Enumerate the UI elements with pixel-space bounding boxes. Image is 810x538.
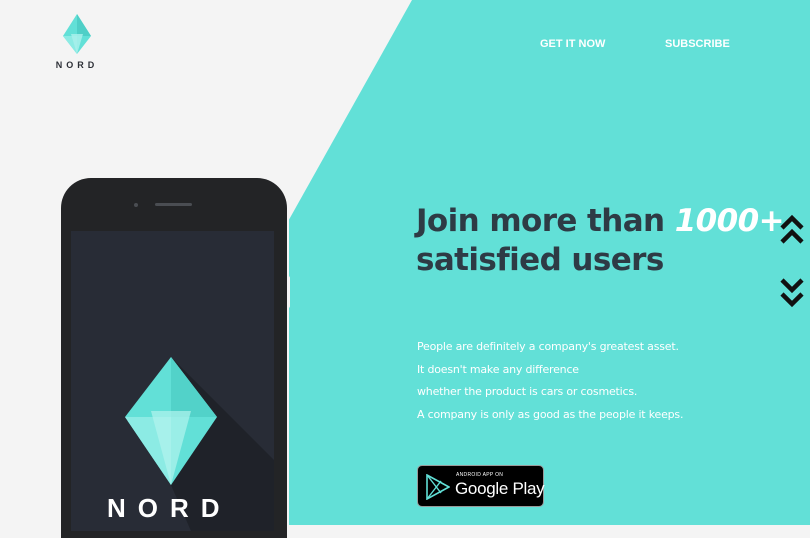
badge-main-text: Google Play [455, 479, 545, 498]
google-play-badge[interactable]: ANDROID APP ON Google Play [417, 465, 545, 507]
phone-speaker [155, 203, 192, 206]
hero-body: People are definitely a company's greate… [417, 336, 683, 426]
top-nav: GET IT NOW SUBSCRIBE [0, 38, 810, 54]
nav-subscribe[interactable]: SUBSCRIBE [665, 38, 730, 50]
hero-headline: Join more than 1000+ satisfied users [416, 202, 785, 280]
body-line: A company is only as good as the people … [417, 407, 684, 421]
headline-suffix: satisfied users [416, 242, 664, 278]
body-line: People are definitely a company's greate… [417, 340, 679, 353]
phone-mockup: NORD [61, 178, 287, 538]
badge-small-text: ANDROID APP ON [456, 472, 504, 478]
phone-screen-logo-icon [125, 357, 274, 531]
double-chevron-up-icon [780, 214, 804, 244]
phone-camera [134, 203, 138, 207]
brand-name: NORD [55, 60, 99, 70]
headline-highlight: 1000+ [674, 203, 785, 239]
nav-get-it-now[interactable]: GET IT NOW [540, 38, 605, 50]
scroll-up-button[interactable] [779, 214, 805, 248]
body-line: whether the product is cars or cosmetics… [417, 385, 638, 398]
phone-side-button [287, 276, 290, 308]
google-play-icon [426, 474, 450, 500]
phone-screen-wordmark: NORD [107, 493, 232, 523]
double-chevron-down-icon [780, 278, 804, 308]
body-line: It doesn't make any difference [417, 362, 579, 376]
headline-prefix: Join more than [416, 203, 675, 239]
phone-screen: NORD [71, 231, 274, 531]
scroll-down-button[interactable] [779, 276, 805, 310]
